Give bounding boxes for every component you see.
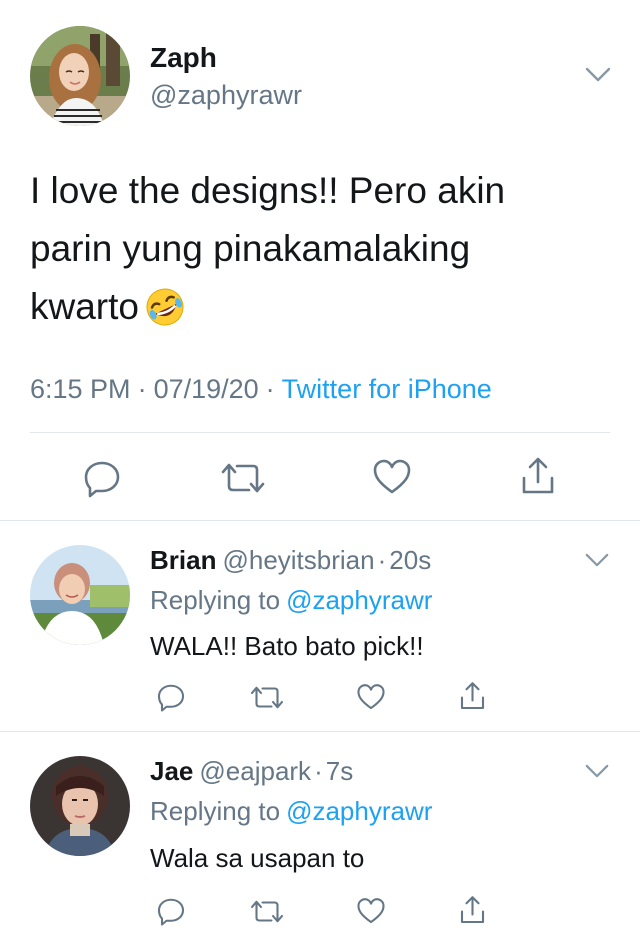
replying-to: Replying to @zaphyrawr (150, 796, 432, 827)
reply-icon[interactable] (156, 896, 186, 926)
reply-text: WALA!! Bato bato pick!! (150, 631, 424, 661)
author-name[interactable]: Zaph (150, 42, 217, 74)
reply-header: Jae @eajpark · 7s (150, 756, 353, 787)
chevron-down-icon[interactable] (584, 763, 610, 780)
reply-time: 7s (325, 756, 354, 786)
replying-to-label: Replying to (150, 585, 281, 615)
replying-to-handle[interactable]: @zaphyrawr (286, 796, 432, 826)
tweet-date: 07/19/20 (153, 374, 259, 404)
reply-time: 20s (389, 545, 432, 575)
tweet-source-link[interactable]: Twitter for iPhone (282, 374, 492, 404)
retweet-icon[interactable] (249, 684, 285, 711)
author-handle[interactable]: @heyitsbrian (222, 545, 374, 575)
reply-icon[interactable] (156, 682, 186, 712)
reply-icon[interactable] (82, 458, 122, 498)
replying-to: Replying to @zaphyrawr (150, 585, 432, 616)
tweet-text-line: parin yung pinakamalaking (30, 228, 471, 269)
meta-separator: · (314, 756, 323, 786)
author-handle[interactable]: @eajpark (199, 756, 311, 786)
avatar[interactable] (30, 756, 130, 856)
replying-to-label: Replying to (150, 796, 281, 826)
like-icon[interactable] (356, 897, 386, 925)
like-icon[interactable] (372, 458, 412, 496)
tweet-meta: 6:15 PM · 07/19/20 · Twitter for iPhone (30, 374, 492, 405)
avatar-photo (30, 756, 130, 856)
chevron-down-icon[interactable] (584, 66, 612, 84)
tweet-time: 6:15 PM (30, 374, 131, 404)
meta-separator: · (377, 545, 387, 575)
replying-to-handle[interactable]: @zaphyrawr (286, 585, 432, 615)
reply-text: Wala sa usapan to (150, 843, 365, 873)
retweet-icon[interactable] (219, 460, 267, 496)
reply-tweet: Jae @eajpark · 7s Replying to @zaphyrawr Wal… (0, 732, 640, 945)
tweet-text: I love the designs!! Pero akin parin yun… (30, 162, 620, 336)
like-icon[interactable] (356, 683, 386, 711)
author-name[interactable]: Brian (150, 545, 216, 575)
tweet-text-line: I love the designs!! Pero akin (30, 170, 506, 211)
author-handle[interactable]: @zaphyrawr (150, 80, 302, 111)
author-name[interactable]: Jae (150, 756, 193, 786)
retweet-icon[interactable] (249, 898, 285, 925)
avatar-photo (30, 545, 130, 645)
main-tweet: Zaph @zaphyrawr I love the designs!! Per… (0, 0, 640, 520)
tweet-text-word: kwarto (30, 286, 139, 327)
share-icon[interactable] (459, 895, 486, 925)
divider (30, 432, 610, 433)
avatar[interactable] (30, 545, 130, 645)
reply-header: Brian @heyitsbrian · 20s (150, 545, 431, 576)
tweet-text-line: kwarto (30, 278, 620, 336)
share-icon[interactable] (459, 681, 486, 711)
avatar[interactable] (30, 26, 130, 126)
meta-separator: · (265, 374, 275, 404)
reply-tweet: Brian @heyitsbrian · 20s Replying to @zaphyr… (0, 521, 640, 731)
share-icon[interactable] (520, 456, 556, 496)
avatar-photo (30, 26, 130, 126)
rolling-on-floor-laughing-emoji (145, 287, 185, 327)
meta-separator: · (137, 374, 147, 404)
chevron-down-icon[interactable] (584, 552, 610, 569)
